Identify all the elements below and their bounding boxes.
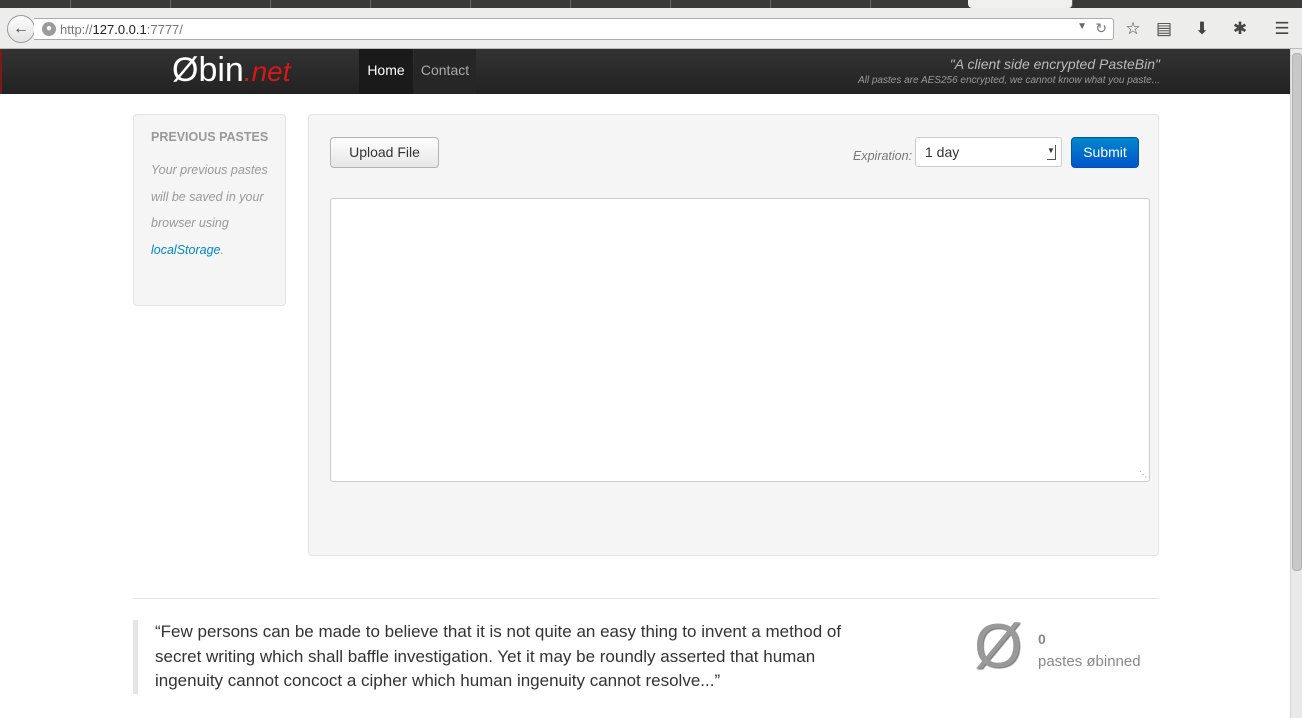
reload-icon[interactable]: ↻ bbox=[1095, 20, 1107, 37]
previous-pastes-panel: PREVIOUS PASTES Your previous pastes wil… bbox=[133, 114, 286, 306]
brand-logo[interactable]: Øbin.net bbox=[172, 51, 291, 90]
browser-tab[interactable] bbox=[70, 0, 171, 8]
site-navbar: Øbin.net Home Contact "A client side enc… bbox=[0, 49, 1290, 94]
browser-tab[interactable] bbox=[370, 0, 471, 8]
paste-form-panel: Upload File Expiration: 1 day ▼ Submit ⋱ bbox=[308, 114, 1159, 556]
extension-icon[interactable]: ✱ bbox=[1228, 18, 1252, 40]
localstorage-link[interactable]: localStorage bbox=[151, 243, 221, 257]
reading-list-icon[interactable]: ▤ bbox=[1152, 18, 1176, 40]
browser-tab[interactable] bbox=[170, 0, 271, 8]
brand-tld: .net bbox=[243, 56, 291, 87]
url-text: http://127.0.0.1:7777/ bbox=[60, 22, 183, 37]
url-scheme: http:// bbox=[60, 22, 93, 37]
expiration-select[interactable]: 1 day ▼ bbox=[915, 137, 1062, 167]
browser-tab-active[interactable] bbox=[968, 0, 1073, 8]
paste-textarea[interactable] bbox=[330, 198, 1150, 482]
previous-pastes-text-end: . bbox=[220, 242, 224, 257]
bookmark-star-icon[interactable]: ☆ bbox=[1121, 18, 1145, 40]
browser-tab[interactable] bbox=[570, 0, 671, 8]
browser-tab[interactable] bbox=[670, 0, 771, 8]
sub-tagline: All pastes are AES256 encrypted, we cann… bbox=[857, 75, 1160, 86]
browser-tab[interactable] bbox=[270, 0, 371, 8]
submit-button[interactable]: Submit bbox=[1071, 137, 1139, 168]
nav-home-link[interactable]: Home bbox=[359, 49, 413, 94]
url-bar[interactable]: ● http://127.0.0.1:7777/ ▼ ↻ bbox=[34, 18, 1114, 40]
footer-quote: “Few persons can be made to believe that… bbox=[133, 620, 845, 694]
browser-tab[interactable] bbox=[770, 0, 871, 8]
back-button[interactable]: ← bbox=[7, 15, 35, 43]
globe-icon: ● bbox=[42, 22, 56, 36]
expiration-label: Expiration: bbox=[853, 149, 913, 163]
resize-grip-icon[interactable]: ⋱ bbox=[1139, 471, 1156, 553]
paste-count: 0 bbox=[1038, 631, 1046, 647]
chevron-down-icon: ▼ bbox=[1047, 145, 1056, 160]
nav-contact-link[interactable]: Contact bbox=[414, 49, 476, 94]
tagline: "A client side encrypted PasteBin" bbox=[949, 56, 1160, 72]
zerobin-logo-icon: Ø bbox=[974, 612, 1023, 681]
browser-toolbar: ← ● http://127.0.0.1:7777/ ▼ ↻ ☆ ▤ ⬇ ✱ ☰ bbox=[0, 8, 1302, 49]
brand-name: Øbin bbox=[172, 51, 244, 89]
browser-tab[interactable] bbox=[0, 0, 71, 8]
browser-tab[interactable] bbox=[470, 0, 571, 8]
footer-divider bbox=[133, 598, 1159, 599]
page-scrollbar[interactable] bbox=[1290, 49, 1302, 718]
previous-pastes-info: Your previous pastes will be saved in yo… bbox=[151, 157, 276, 263]
paste-count-label: pastes øbinned bbox=[1038, 653, 1141, 670]
download-icon[interactable]: ⬇ bbox=[1190, 18, 1214, 40]
upload-file-button[interactable]: Upload File bbox=[330, 137, 439, 168]
scrollbar-thumb[interactable] bbox=[1292, 53, 1302, 571]
url-dropdown-icon[interactable]: ▼ bbox=[1077, 21, 1087, 32]
url-port: :7777/ bbox=[146, 22, 183, 37]
previous-pastes-text: Your previous pastes will be saved in yo… bbox=[151, 163, 268, 230]
previous-pastes-heading: PREVIOUS PASTES bbox=[151, 130, 269, 144]
menu-icon[interactable]: ☰ bbox=[1270, 18, 1294, 40]
expiration-value: 1 day bbox=[925, 144, 960, 160]
back-arrow-icon: ← bbox=[13, 20, 29, 37]
browser-tab-strip bbox=[0, 0, 1302, 8]
url-host: 127.0.0.1 bbox=[92, 22, 147, 37]
